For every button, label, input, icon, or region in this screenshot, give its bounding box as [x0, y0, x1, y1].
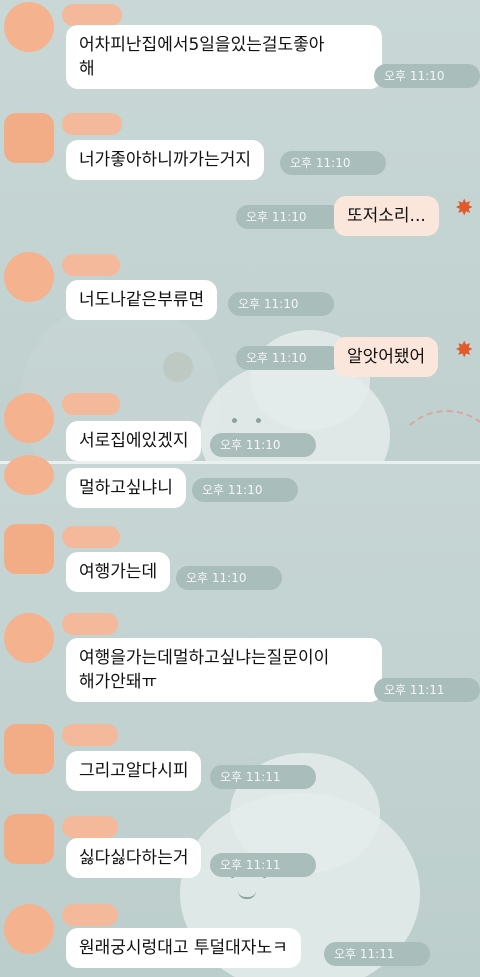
- message-text-line: 여행을가는데멀하고싶냐는질문이이: [79, 648, 330, 668]
- message-text: 너가좋아하니까가는거지: [79, 150, 252, 170]
- message-bubble[interactable]: 여행을가는데멀하고싶냐는질문이이 해가안돼ㅠ: [66, 638, 382, 702]
- message-time: 오후 11:10: [210, 433, 316, 457]
- sender-name: [62, 4, 122, 26]
- message-time: 오후 11:10: [374, 64, 480, 88]
- sender-name: [62, 613, 118, 635]
- sender-name: [62, 526, 120, 548]
- sent-message-bubble[interactable]: 알앗어됐어: [334, 337, 439, 377]
- avatar[interactable]: [4, 613, 54, 663]
- sender-name: [62, 254, 120, 276]
- avatar[interactable]: [4, 113, 54, 163]
- message-time: 오후 11:10: [176, 566, 282, 590]
- message-time: 오후 11:10: [236, 205, 342, 229]
- cloud-eye-icon: [232, 418, 237, 423]
- message-bubble[interactable]: 싫다싫다하는거: [66, 838, 202, 878]
- message-time: 오후 11:10: [236, 346, 342, 370]
- sender-name: [62, 904, 118, 926]
- message-text: 여행가는데: [79, 562, 158, 582]
- starburst-icon: ✸: [455, 338, 474, 363]
- avatar[interactable]: [4, 455, 54, 495]
- sender-name: [62, 816, 118, 838]
- avatar[interactable]: [4, 2, 54, 52]
- avatar[interactable]: [4, 904, 54, 954]
- avatar[interactable]: [4, 814, 54, 864]
- sent-message-bubble[interactable]: 또저소리...: [334, 196, 439, 236]
- message-bubble[interactable]: 그리고알다시피: [66, 751, 202, 791]
- sender-name: [62, 113, 122, 135]
- message-text: 너도나같은부류면: [79, 290, 205, 310]
- message-bubble[interactable]: 서로집에있겠지: [66, 421, 202, 461]
- message-time: 오후 11:10: [280, 151, 386, 175]
- starburst-icon: ✸: [455, 196, 474, 221]
- message-time: 오후 11:11: [210, 765, 316, 789]
- message-bubble[interactable]: 어차피난집에서5일을있는걸도좋아 해: [66, 25, 382, 89]
- message-text: 서로집에있겠지: [79, 431, 189, 451]
- message-time: 오후 11:11: [210, 853, 316, 877]
- message-bubble[interactable]: 너가좋아하니까가는거지: [66, 140, 265, 180]
- message-time: 오후 11:11: [374, 678, 480, 702]
- message-text: 멀하고싶냐니: [79, 478, 173, 498]
- deco-dashed-arc: [390, 410, 480, 463]
- screenshot-divider: [0, 461, 480, 464]
- sender-name: [62, 724, 118, 746]
- message-text: 싫다싫다하는거: [79, 848, 189, 868]
- message-time: 오후 11:11: [324, 942, 430, 966]
- message-text-line: 어차피난집에서5일을있는걸도좋아: [79, 35, 325, 55]
- cloud-eye-icon: [256, 418, 261, 423]
- message-text-line: 해가안돼ㅠ: [79, 672, 158, 692]
- message-text: 그리고알다시피: [79, 761, 189, 781]
- message-text-line: 해: [79, 59, 95, 79]
- message-text: 원래궁시렁대고 투덜대자노ㅋ: [79, 938, 288, 958]
- message-bubble[interactable]: 여행가는데: [66, 552, 171, 592]
- avatar[interactable]: [4, 724, 54, 774]
- avatar[interactable]: [4, 393, 54, 443]
- message-time: 오후 11:10: [228, 292, 334, 316]
- message-text: 알앗어됐어: [347, 347, 426, 367]
- avatar[interactable]: [4, 524, 54, 574]
- avatar[interactable]: [4, 252, 54, 302]
- message-time: 오후 11:10: [192, 478, 298, 502]
- message-text: 또저소리...: [347, 206, 426, 226]
- message-bubble[interactable]: 너도나같은부류면: [66, 280, 218, 320]
- message-bubble[interactable]: 원래궁시렁대고 투덜대자노ㅋ: [66, 928, 301, 968]
- sender-name: [62, 393, 120, 415]
- message-bubble[interactable]: 멀하고싶냐니: [66, 468, 186, 508]
